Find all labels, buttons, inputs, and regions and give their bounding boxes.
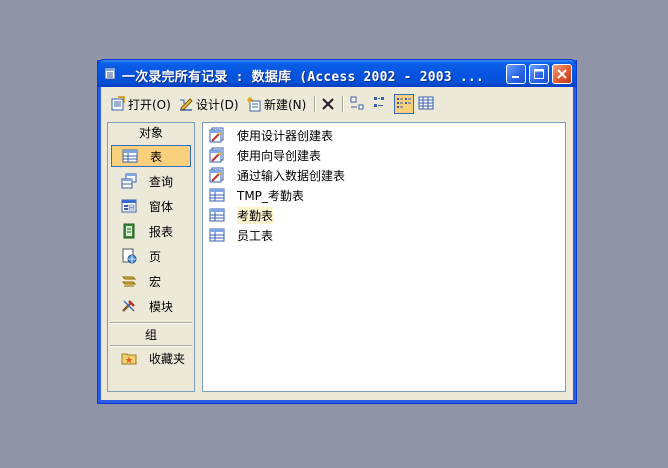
report-icon [123,223,135,239]
objects-item-reports[interactable]: 报表 [111,220,191,242]
list-item-label: 员工表 [237,228,274,243]
small-icons-view-button[interactable] [371,94,391,114]
list-item[interactable]: 员工表 [209,226,273,244]
objects-item-label: 查询 [149,174,174,189]
groups-item-label: 收藏夹 [149,351,186,366]
design-icon [180,98,193,111]
new-label: 新建(N) [264,97,307,112]
toolbar: 打开(O) 设计(D) 新建(N) [104,92,570,116]
list-item-label: TMP_考勤表 [237,188,304,203]
small-icons-icon [374,97,384,107]
object-list: 使用设计器创建表 使用向导创建表 通过输入数据创建表 TMP_考勤表 考勤表 员… [202,122,566,392]
objects-item-label: 报表 [149,224,174,239]
wizard-icon [209,147,224,163]
minimize-button[interactable] [506,64,526,84]
details-view-button[interactable] [417,94,437,114]
favorites-folder-icon [121,353,137,365]
wizard-icon [209,127,224,143]
objects-groups-divider [110,322,192,324]
minimize-icon [512,76,519,78]
objects-item-pages[interactable]: 页 [111,245,191,267]
delete-icon [322,98,334,110]
details-view-icon [418,96,434,110]
new-icon [247,97,261,112]
objects-item-macros[interactable]: 宏 [111,270,191,292]
macro-icon [121,276,137,287]
objects-item-modules[interactable]: 模块 [111,295,191,317]
list-item-label: 通过输入数据创建表 [237,168,346,183]
toolbar-separator [314,96,316,112]
query-icon [121,173,137,189]
maximize-icon [534,69,544,79]
list-item[interactable]: 使用向导创建表 [209,146,321,164]
list-view-button[interactable] [394,94,414,114]
design-label: 设计(D) [196,97,239,112]
form-icon [121,199,137,213]
toolbar-separator [342,96,344,112]
objects-item-label: 窗体 [149,199,174,214]
table-icon [209,208,225,222]
list-item-label: 使用设计器创建表 [237,128,334,143]
list-item-label: 考勤表 [237,206,274,224]
objects-item-label: 表 [150,149,163,164]
objects-item-queries[interactable]: 查询 [111,170,191,192]
objects-item-tables[interactable]: 表 [111,145,191,167]
list-item[interactable]: 通过输入数据创建表 [209,166,345,184]
objects-header[interactable]: 对象 [108,124,194,142]
groups-header[interactable]: 组 [108,326,194,344]
close-button[interactable] [552,64,572,84]
list-item[interactable]: 考勤表 [209,206,274,224]
list-item[interactable]: TMP_考勤表 [209,186,304,204]
delete-button[interactable] [320,95,338,113]
open-label: 打开(O) [128,97,171,112]
design-button[interactable]: 设计(D) [178,95,239,113]
open-button[interactable]: 打开(O) [110,95,171,113]
objects-item-label: 宏 [149,274,162,289]
new-button[interactable]: 新建(N) [246,95,306,113]
objects-item-label: 模块 [149,299,174,314]
page-icon [122,248,137,264]
large-icons-icon [350,96,364,110]
table-icon [122,149,138,163]
module-icon [122,300,135,312]
window-title: 一次录完所有记录 : 数据库 (Access 2002 - 2003 ... [122,70,484,85]
list-item-label: 使用向导创建表 [237,148,322,163]
list-view-icon [397,98,411,108]
objects-bar: 对象 表 查询 窗体 报表 页 宏 模块 组 收藏夹 [107,122,195,392]
large-icons-view-button[interactable] [348,94,368,114]
database-window: 一次录完所有记录 : 数据库 (Access 2002 - 2003 ... 打… [97,59,577,404]
maximize-button[interactable] [529,64,549,84]
title-bar[interactable]: 一次录完所有记录 : 数据库 (Access 2002 - 2003 ... [97,59,577,87]
groups-item-favorites[interactable]: 收藏夹 [111,347,191,369]
objects-item-forms[interactable]: 窗体 [111,195,191,217]
table-icon [209,228,225,242]
close-icon [557,69,567,79]
open-icon [111,96,125,111]
list-item[interactable]: 使用设计器创建表 [209,126,333,144]
wizard-icon [209,167,224,183]
objects-item-label: 页 [149,249,162,264]
table-icon [209,188,225,202]
database-icon [104,67,116,80]
